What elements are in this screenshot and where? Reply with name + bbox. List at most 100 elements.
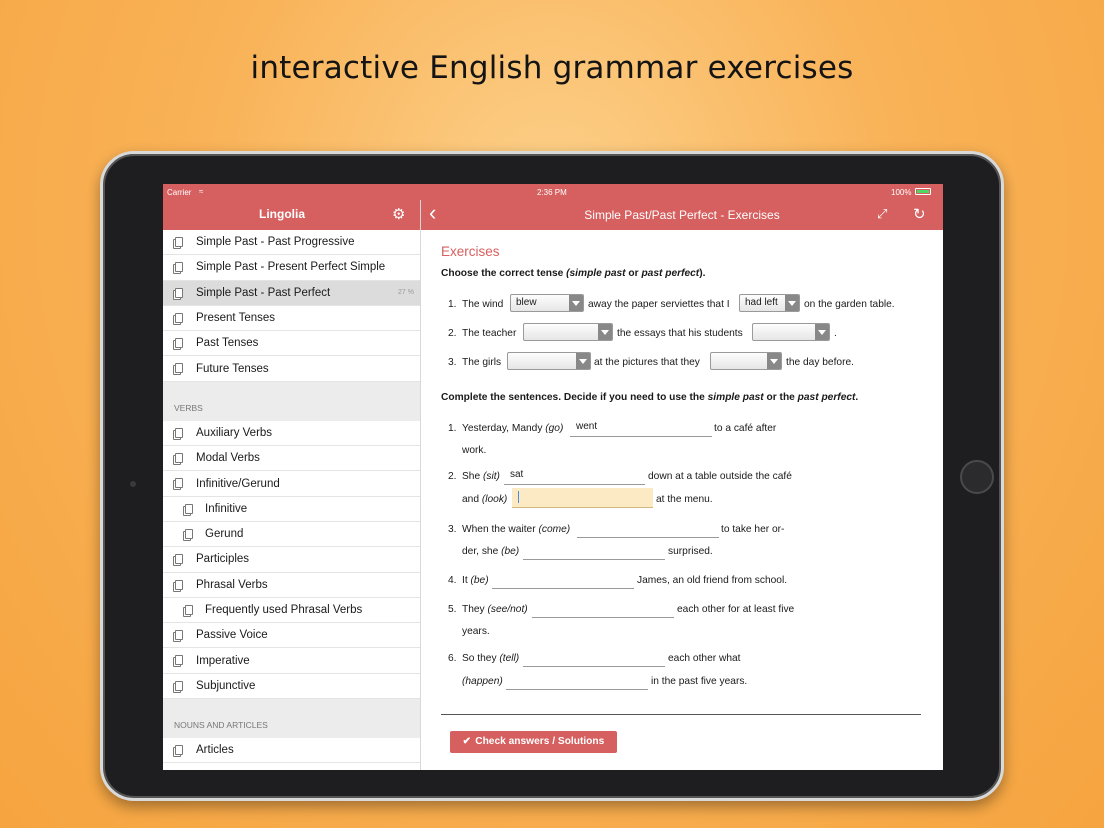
document-icon xyxy=(185,604,193,615)
answer-field[interactable] xyxy=(506,670,648,690)
sentence-text: and (look) xyxy=(462,494,508,505)
sentence-text: They (see/not) xyxy=(462,604,528,615)
document-icon xyxy=(175,453,183,464)
document-icon xyxy=(175,478,183,489)
sentence-text: When the waiter (come) xyxy=(462,524,571,535)
answer-field[interactable] xyxy=(532,598,674,618)
tense-dropdown[interactable]: had left xyxy=(739,294,800,312)
sidebar-item[interactable]: Articles xyxy=(163,738,420,764)
question-text: the essays that his students xyxy=(617,328,743,339)
answer-field-focused[interactable] xyxy=(512,488,653,508)
document-icon xyxy=(175,680,183,691)
clock: 2:36 PM xyxy=(537,188,567,197)
sidebar-item[interactable]: Modal Verbs xyxy=(163,446,420,472)
instruction-part1: Choose the correct tense (simple past or… xyxy=(441,268,706,279)
check-answers-button[interactable]: ✔ Check answers / Solutions xyxy=(450,731,617,753)
sentence-text: to take her or- xyxy=(721,524,785,535)
sentence-number: 2. xyxy=(448,471,457,482)
sidebar-item-label: Imperative xyxy=(196,654,250,667)
expand-icon[interactable]: ⤢ xyxy=(877,206,887,222)
screen: Carrier ≈ 2:36 PM 100% Lingolia ⚙ ‹ Simp… xyxy=(163,184,943,770)
sentence-number: 1. xyxy=(448,423,457,434)
sidebar-group-tenses: Simple Past - Past Progressive Simple Pa… xyxy=(163,230,420,382)
sidebar-item[interactable]: Infinitive/Gerund xyxy=(163,471,420,497)
sidebar-item-selected[interactable]: Simple Past - Past Perfect 27 % xyxy=(163,280,420,306)
document-icon xyxy=(175,262,183,273)
answer-field[interactable] xyxy=(523,540,665,560)
sidebar-item[interactable]: Phrasal Verbs xyxy=(163,573,420,598)
sidebar-subitem[interactable]: Gerund xyxy=(163,522,420,548)
sidebar-item-label: Infinitive/Gerund xyxy=(196,477,280,490)
sentence-text: at the menu. xyxy=(656,494,713,505)
tense-dropdown[interactable]: blew xyxy=(510,294,584,312)
answer-field[interactable]: sat xyxy=(504,465,645,485)
battery-icon xyxy=(915,188,931,195)
answer-field[interactable] xyxy=(577,518,719,538)
sidebar-item-label: Articles xyxy=(196,744,234,757)
sidebar: Simple Past - Past Progressive Simple Pa… xyxy=(163,230,420,770)
question-number: 2. xyxy=(448,328,457,339)
chevron-down-icon xyxy=(767,353,781,369)
sidebar-item[interactable]: Imperative xyxy=(163,648,420,674)
question-number: 3. xyxy=(448,357,457,368)
sidebar-item-label: Phrasal Verbs xyxy=(196,578,268,591)
sentence-text: each other what xyxy=(668,653,741,664)
sidebar-item-label: Subjunctive xyxy=(196,679,256,692)
sidebar-item-label: Infinitive xyxy=(205,502,248,515)
sidebar-item[interactable]: Passive Voice xyxy=(163,623,420,649)
question-text: . xyxy=(834,328,837,339)
sidebar-item-label: Present Tenses xyxy=(196,312,276,325)
nav-title: Simple Past/Past Perfect - Exercises xyxy=(584,208,780,222)
sentence-text: each other for at least five xyxy=(677,604,795,615)
refresh-icon[interactable]: ↻ xyxy=(913,205,926,223)
sidebar-navbar: Lingolia ⚙ xyxy=(163,200,420,230)
sidebar-item[interactable]: Simple Past - Past Progressive xyxy=(163,230,420,256)
sidebar-item[interactable] xyxy=(163,763,420,770)
answer-field[interactable] xyxy=(523,647,665,667)
document-icon xyxy=(175,237,183,247)
tense-dropdown[interactable] xyxy=(523,323,613,341)
answer-field[interactable] xyxy=(492,569,634,589)
document-icon xyxy=(185,528,193,539)
home-button[interactable] xyxy=(960,460,994,494)
chevron-down-icon xyxy=(569,295,583,311)
question-text: away the paper serviettes that I xyxy=(588,299,730,310)
sentence-text: years. xyxy=(462,626,490,637)
sidebar-subitem[interactable]: Infinitive xyxy=(163,497,420,522)
sentence-text: It (be) xyxy=(462,575,489,586)
text-cursor xyxy=(518,491,519,503)
sentence-number: 3. xyxy=(448,524,457,535)
sidebar-item-label: Passive Voice xyxy=(196,629,268,642)
tense-dropdown[interactable] xyxy=(752,323,830,341)
sidebar-subitem[interactable]: Frequently used Phrasal Verbs xyxy=(163,598,420,624)
sidebar-item[interactable]: Subjunctive xyxy=(163,674,420,700)
question-text: The wind xyxy=(462,299,504,310)
answer-field[interactable]: went xyxy=(570,417,712,437)
document-icon xyxy=(175,554,183,565)
sidebar-item-label: Past Tenses xyxy=(196,337,259,350)
sentence-text: surprised. xyxy=(668,546,713,557)
sidebar-item[interactable]: Auxiliary Verbs xyxy=(163,421,420,447)
tense-dropdown[interactable] xyxy=(710,352,782,370)
document-icon xyxy=(175,427,183,438)
sidebar-item-label: Participles xyxy=(196,553,250,566)
sidebar-item[interactable]: Past Tenses xyxy=(163,331,420,357)
chevron-down-icon xyxy=(598,324,612,340)
question-number: 1. xyxy=(448,299,457,310)
sentence-number: 4. xyxy=(448,575,457,586)
sidebar-item[interactable]: Present Tenses xyxy=(163,306,420,332)
top-bar: Carrier ≈ 2:36 PM 100% Lingolia ⚙ ‹ Simp… xyxy=(163,184,943,230)
sidebar-item[interactable]: Future Tenses xyxy=(163,356,420,382)
gear-icon[interactable]: ⚙ xyxy=(392,205,405,223)
camera xyxy=(130,481,136,487)
document-icon xyxy=(175,745,183,756)
sidebar-item[interactable]: Participles xyxy=(163,547,420,573)
tense-dropdown[interactable] xyxy=(507,352,591,370)
document-icon xyxy=(175,630,183,641)
question-text: The teacher xyxy=(462,328,517,339)
chevron-down-icon xyxy=(576,353,590,369)
sidebar-item[interactable]: Simple Past - Present Perfect Simple xyxy=(163,255,420,281)
section-header-nouns: NOUNS AND ARTICLES xyxy=(174,720,268,731)
document-icon xyxy=(175,363,183,374)
carrier-label: Carrier xyxy=(167,188,192,197)
